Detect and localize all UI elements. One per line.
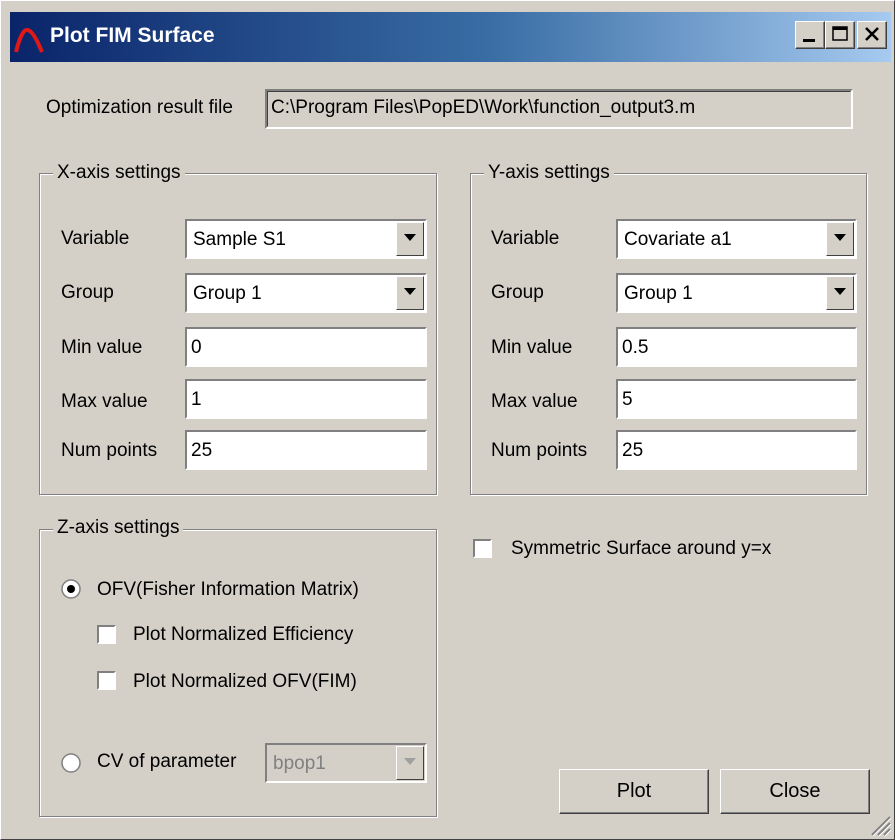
y-group-label: Group <box>491 282 544 303</box>
x-max-value: 1 <box>191 389 202 410</box>
y-group-dropdown-button[interactable] <box>826 276 854 310</box>
x-variable-dropdown-button[interactable] <box>396 222 424 256</box>
chevron-down-icon <box>834 288 846 295</box>
symmetric-label[interactable]: Symmetric Surface around y=x <box>511 538 771 560</box>
app-logo-icon <box>14 27 44 53</box>
x-min-value: 0 <box>191 337 202 358</box>
y-axis-group-title: Y-axis settings <box>484 162 614 184</box>
x-variable-select[interactable]: Sample S1 <box>185 219 427 259</box>
z-axis-group-title: Z-axis settings <box>53 517 184 539</box>
minimize-button[interactable] <box>795 21 825 49</box>
ofv-label[interactable]: OFV(Fisher Information Matrix) <box>97 579 359 601</box>
norm-eff-checkbox[interactable] <box>97 625 116 644</box>
x-group-label: Group <box>61 282 114 303</box>
maximize-icon <box>832 26 848 41</box>
cv-radio[interactable] <box>61 753 81 773</box>
norm-ofv-checkbox[interactable] <box>97 671 116 690</box>
y-variable-dropdown-button[interactable] <box>826 222 854 256</box>
x-min-input[interactable]: 0 <box>185 327 427 367</box>
close-window-button[interactable] <box>857 21 887 49</box>
x-group-select[interactable]: Group 1 <box>185 273 427 313</box>
close-icon <box>865 27 879 41</box>
x-variable-label: Variable <box>61 228 130 249</box>
y-points-input[interactable]: 25 <box>616 430 857 470</box>
minimize-icon <box>803 39 815 42</box>
chevron-down-icon <box>834 234 846 241</box>
symmetric-checkbox[interactable] <box>473 539 492 558</box>
cv-param-dropdown-button[interactable] <box>396 746 424 780</box>
x-axis-group-title: X-axis settings <box>53 162 185 184</box>
y-max-label: Max value <box>491 391 578 412</box>
dialog-window: Plot FIM Surface Optimization result fil… <box>0 0 895 840</box>
chevron-down-icon <box>404 288 416 295</box>
x-points-input[interactable]: 25 <box>185 430 427 470</box>
y-group-select[interactable]: Group 1 <box>616 273 857 313</box>
y-points-label: Num points <box>491 440 588 461</box>
plot-button[interactable]: Plot <box>559 769 709 814</box>
maximize-button[interactable] <box>825 21 855 49</box>
chevron-down-icon <box>404 758 416 765</box>
result-file-value: C:\Program Files\PopED\Work\function_out… <box>271 97 696 118</box>
x-variable-value: Sample S1 <box>193 229 286 250</box>
y-variable-select[interactable]: Covariate a1 <box>616 219 857 259</box>
y-points-value: 25 <box>622 440 644 461</box>
x-min-label: Min value <box>61 337 143 358</box>
resize-grip-icon[interactable] <box>868 813 892 837</box>
x-group-value: Group 1 <box>193 283 262 304</box>
y-max-input[interactable]: 5 <box>616 379 857 419</box>
x-max-input[interactable]: 1 <box>185 379 427 419</box>
norm-ofv-label[interactable]: Plot Normalized OFV(FIM) <box>133 671 357 693</box>
cv-param-value: bpop1 <box>273 753 326 774</box>
result-file-label: Optimization result file <box>46 97 233 118</box>
x-points-value: 25 <box>191 440 213 461</box>
chevron-down-icon <box>404 234 416 241</box>
x-max-label: Max value <box>61 391 148 412</box>
y-min-input[interactable]: 0.5 <box>616 327 857 367</box>
title-bar[interactable]: Plot FIM Surface <box>10 12 891 62</box>
window-title: Plot FIM Surface <box>50 24 215 47</box>
cv-label[interactable]: CV of parameter <box>97 751 236 773</box>
x-points-label: Num points <box>61 440 158 461</box>
y-variable-value: Covariate a1 <box>624 229 732 250</box>
y-max-value: 5 <box>622 389 633 410</box>
y-variable-label: Variable <box>491 228 560 249</box>
close-button[interactable]: Close <box>720 769 870 814</box>
y-group-value: Group 1 <box>624 283 693 304</box>
cv-param-select[interactable]: bpop1 <box>265 743 427 783</box>
y-min-value: 0.5 <box>622 337 649 358</box>
y-min-label: Min value <box>491 337 573 358</box>
result-file-field[interactable]: C:\Program Files\PopED\Work\function_out… <box>265 89 853 129</box>
ofv-radio[interactable] <box>61 579 81 599</box>
norm-eff-label[interactable]: Plot Normalized Efficiency <box>133 624 353 646</box>
x-group-dropdown-button[interactable] <box>396 276 424 310</box>
